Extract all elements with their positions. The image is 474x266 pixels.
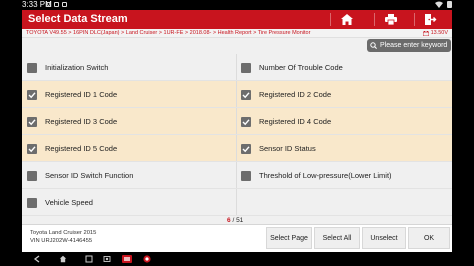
breadcrumb-bar: TOYOTA V49.55 > 16PIN DLC(Japan) > Land … xyxy=(22,29,452,38)
item-label: Registered ID 3 Code xyxy=(45,117,118,126)
back-icon xyxy=(33,255,40,263)
launch-app-button[interactable] xyxy=(142,254,152,264)
checkbox-checked[interactable] xyxy=(241,143,251,154)
print-button[interactable] xyxy=(374,10,408,29)
list-row: Registered ID 3 Code Registered ID 4 Cod… xyxy=(22,108,452,135)
total-count: 51 xyxy=(236,217,244,224)
list-row: Initialization Switch Number Of Trouble … xyxy=(22,54,452,81)
item-label: Number Of Trouble Code xyxy=(259,63,343,72)
checkbox[interactable] xyxy=(241,62,251,73)
checkbox-checked[interactable] xyxy=(27,89,37,100)
list-item[interactable]: Registered ID 4 Code xyxy=(241,108,446,135)
back-button[interactable] xyxy=(32,254,42,264)
page-title: Select Data Stream xyxy=(28,13,128,25)
list-item[interactable]: Vehicle Speed xyxy=(27,189,232,216)
list-item[interactable]: Sensor ID Switch Function xyxy=(27,162,232,189)
unselect-button[interactable]: Unselect xyxy=(362,227,406,249)
checkbox[interactable] xyxy=(27,170,37,181)
notification-icon xyxy=(46,2,51,7)
exit-button[interactable] xyxy=(414,10,448,29)
item-label: Vehicle Speed xyxy=(45,198,93,207)
search-row: Please enter keyword xyxy=(22,38,452,54)
title-bar: Select Data Stream xyxy=(22,10,452,29)
check-icon xyxy=(242,118,250,125)
list-item[interactable]: Registered ID 5 Code xyxy=(27,135,232,162)
item-label: Sensor ID Status xyxy=(259,144,316,153)
vehicle-info: Toyota Land Cruiser 2015 VIN URJ202W-414… xyxy=(30,229,96,245)
check-icon xyxy=(28,91,36,98)
checkbox-checked[interactable] xyxy=(27,143,37,154)
notification-icon xyxy=(62,2,67,7)
checkbox[interactable] xyxy=(241,170,251,181)
checkbox-checked[interactable] xyxy=(241,89,251,100)
item-label: Registered ID 2 Code xyxy=(259,90,332,99)
battery-voltage-icon xyxy=(422,31,429,36)
list-row: Sensor ID Switch Function Threshold of L… xyxy=(22,162,452,189)
breadcrumb: TOYOTA V49.55 > 16PIN DLC(Japan) > Land … xyxy=(26,30,311,36)
launch-app-icon xyxy=(143,255,151,263)
status-bar: 3:33 PM xyxy=(0,0,474,10)
home-nav-button[interactable] xyxy=(58,254,68,264)
selected-count: 6 xyxy=(227,217,231,224)
bottom-bar: Toyota Land Cruiser 2015 VIN URJ202W-414… xyxy=(22,224,452,252)
checkbox[interactable] xyxy=(27,62,37,73)
check-icon xyxy=(242,145,250,152)
home-nav-icon xyxy=(59,255,67,263)
list-row: Registered ID 5 Code Sensor ID Status xyxy=(22,135,452,162)
home-button[interactable] xyxy=(330,10,364,29)
list-item[interactable]: Initialization Switch xyxy=(27,54,232,81)
item-label: Sensor ID Switch Function xyxy=(45,171,134,180)
select-all-button[interactable]: Select All xyxy=(314,227,360,249)
page-counter: 6 / 51 xyxy=(227,217,243,224)
search-placeholder: Please enter keyword xyxy=(380,42,448,49)
list-item[interactable]: Registered ID 3 Code xyxy=(27,108,232,135)
item-label: Registered ID 1 Code xyxy=(45,90,118,99)
search-icon xyxy=(370,42,377,49)
select-page-button[interactable]: Select Page xyxy=(266,227,312,249)
battery-icon xyxy=(447,1,452,8)
list-item[interactable]: Sensor ID Status xyxy=(241,135,446,162)
print-icon xyxy=(385,14,397,25)
list-item[interactable]: Number Of Trouble Code xyxy=(241,54,446,81)
exit-icon xyxy=(425,14,437,25)
checkbox-checked[interactable] xyxy=(27,116,37,127)
notification-icons xyxy=(46,2,67,7)
search-input[interactable]: Please enter keyword xyxy=(367,39,451,52)
check-icon xyxy=(28,145,36,152)
screen: 3:33 PM Select Data Stream TOYOTA V49.55… xyxy=(0,0,474,266)
checkbox[interactable] xyxy=(27,197,37,208)
check-icon xyxy=(28,118,36,125)
checkbox-checked[interactable] xyxy=(241,116,251,127)
diagnostic-app-button[interactable] xyxy=(122,254,132,264)
list-item[interactable]: Threshold of Low-pressure(Lower Limit) xyxy=(241,162,446,189)
item-label: Initialization Switch xyxy=(45,63,109,72)
wifi-icon xyxy=(435,1,443,8)
voltage-readout: 13.50V xyxy=(422,29,448,38)
recents-icon xyxy=(85,255,93,263)
list-row: Vehicle Speed xyxy=(22,189,452,216)
item-label: Registered ID 5 Code xyxy=(45,144,118,153)
voltage-value: 13.50V xyxy=(430,30,448,36)
list-row: Registered ID 1 Code Registered ID 2 Cod… xyxy=(22,81,452,108)
data-stream-list: Please enter keyword Initialization Swit… xyxy=(22,38,452,224)
ok-button[interactable]: OK xyxy=(408,227,450,249)
recents-button[interactable] xyxy=(84,254,94,264)
list-item[interactable]: Registered ID 1 Code xyxy=(27,81,232,108)
screenshot-button[interactable] xyxy=(102,254,112,264)
vehicle-model: Toyota Land Cruiser 2015 xyxy=(30,230,97,236)
check-icon xyxy=(242,91,250,98)
screenshot-icon xyxy=(103,256,111,262)
vehicle-vin: VIN URJ202W-4146455 xyxy=(30,238,93,244)
system-icons xyxy=(435,0,452,8)
system-nav-bar xyxy=(0,252,474,266)
item-label: Registered ID 4 Code xyxy=(259,117,332,126)
diagnostic-app-icon xyxy=(122,255,132,263)
item-label: Threshold of Low-pressure(Lower Limit) xyxy=(259,171,392,180)
list-item[interactable]: Registered ID 2 Code xyxy=(241,81,446,108)
notification-icon xyxy=(54,2,59,7)
home-icon xyxy=(341,14,353,25)
